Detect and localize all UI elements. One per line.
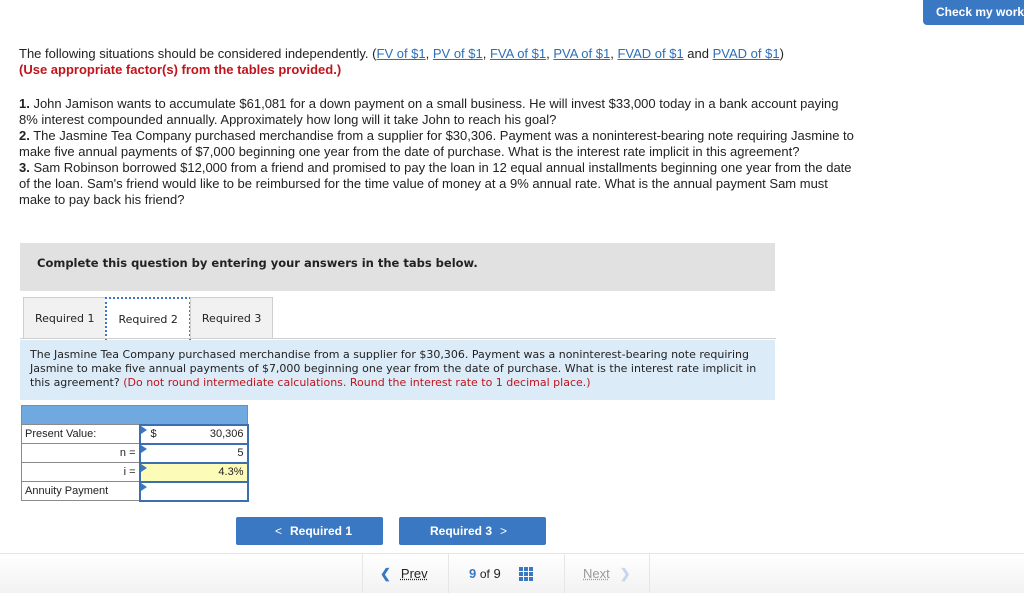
problem-number: 2. [19,128,30,143]
pager: ❮ Prev 9 of 9 Next ❯ [362,554,650,593]
separator: and [683,46,713,61]
problem-list: 1. John Jamison wants to accumulate $61,… [19,96,859,208]
chevron-left-icon: < [274,524,282,538]
flag-icon [140,463,147,472]
problem-text: John Jamison wants to accumulate $61,081… [19,96,839,127]
tab-divider [20,338,776,339]
table-row: Present Value: $30,306 [21,423,249,445]
next-required-button[interactable]: Required 3 > [399,517,546,545]
next-page-button[interactable]: Next ❯ [564,554,650,593]
close-paren: ) [779,46,784,61]
cell-value: 4.3% [218,466,244,478]
link-fv[interactable]: FV of $1 [377,46,426,61]
prev-label: Prev [400,566,428,581]
table-row: n = 5 [21,442,249,464]
complete-instructions: Complete this question by entering your … [20,243,775,291]
table-row: i = 4.3% [21,461,249,483]
cell-value: 30,306 [209,428,244,440]
row-label: Present Value: [21,424,140,444]
prev-required-button[interactable]: < Required 1 [236,517,383,545]
intro-text: The following situations should be consi… [19,46,377,61]
chevron-right-icon: ❯ [619,565,631,581]
of-label: of [479,566,490,581]
problem-text: The Jasmine Tea Company purchased mercha… [19,128,854,159]
link-pv[interactable]: PV of $1 [433,46,483,61]
row-label: Annuity Payment [21,481,140,501]
row-label: i = [21,462,140,482]
flag-icon [140,444,147,453]
separator: , [425,46,433,61]
intro-instruction: (Use appropriate factor(s) from the tabl… [19,62,342,77]
separator: , [482,46,490,61]
annuity-payment-input[interactable] [138,480,249,502]
cell-value: 5 [237,447,244,459]
table-row: Annuity Payment [21,480,249,502]
tab-bar: Required 1 Required 2 Required 3 [23,297,274,340]
footer: ❮ Prev 9 of 9 Next ❯ [0,553,1024,593]
total-pages: 9 [493,566,501,581]
calculation-table: Present Value: $30,306 n = 5 i = 4.3% An… [21,405,249,502]
row-label: n = [21,443,140,463]
prev-page-button[interactable]: ❮ Prev [362,554,448,593]
table-header [21,405,248,425]
current-page: 9 [469,566,477,581]
check-my-work-button[interactable]: Check my work [923,0,1024,25]
tab-required-1[interactable]: Required 1 [23,297,107,338]
problem-text: Sam Robinson borrowed $12,000 from a fri… [19,160,852,207]
chevron-right-icon: > [500,524,508,538]
problem-1: 1. John Jamison wants to accumulate $61,… [19,96,859,128]
problem-number: 1. [19,96,30,111]
problem-2: 2. The Jasmine Tea Company purchased mer… [19,128,859,160]
interest-rate-input[interactable]: 4.3% [138,461,249,483]
button-label: Required 1 [290,524,353,538]
link-fvad[interactable]: FVAD of $1 [617,46,683,61]
intro: The following situations should be consi… [19,46,879,78]
grid-icon[interactable] [518,566,533,581]
link-fva[interactable]: FVA of $1 [490,46,546,61]
link-pvad[interactable]: PVAD of $1 [713,46,780,61]
n-input[interactable]: 5 [138,442,249,464]
question-instruction: (Do not round intermediate calculations.… [123,376,591,389]
problem-3: 3. Sam Robinson borrowed $12,000 from a … [19,160,859,208]
table-header-row [21,405,248,425]
present-value-input[interactable]: $30,306 [138,423,249,445]
chevron-left-icon: ❮ [380,565,391,581]
page-count: 9 of 9 [448,554,564,593]
problem-number: 3. [19,160,30,175]
flag-icon [140,482,147,491]
link-pva[interactable]: PVA of $1 [553,46,610,61]
tab-required-3[interactable]: Required 3 [189,297,274,338]
next-label: Next [583,566,610,581]
question-box: The Jasmine Tea Company purchased mercha… [20,340,775,400]
tab-required-2[interactable]: Required 2 [105,297,191,340]
flag-icon [140,425,147,434]
button-label: Required 3 [429,524,492,538]
currency-symbol: $ [150,427,157,440]
